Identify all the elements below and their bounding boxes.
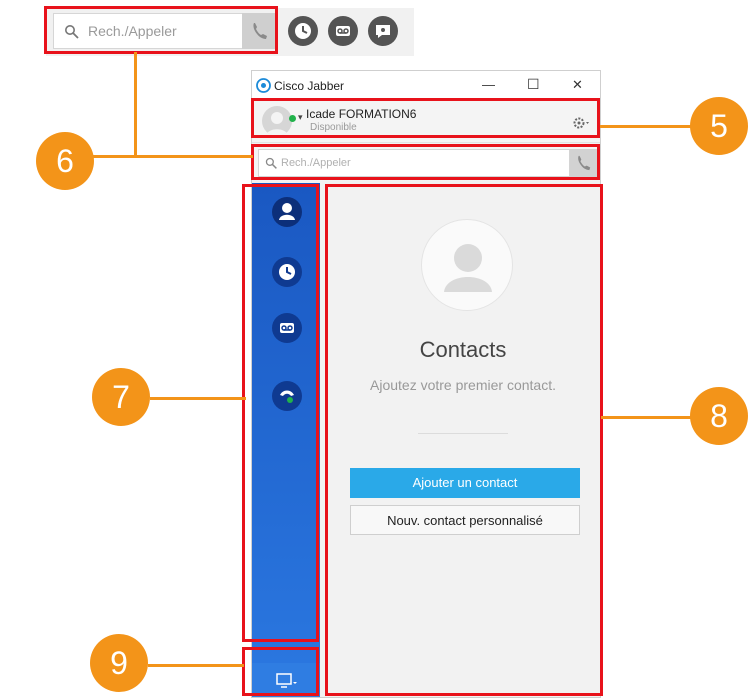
badge-eight: 8 (690, 387, 748, 445)
voicemail-button[interactable] (328, 16, 358, 46)
highlight-search (251, 144, 600, 180)
window-title: Cisco Jabber (274, 79, 345, 93)
badge-nine: 9 (90, 634, 148, 692)
highlight-nav (242, 184, 319, 642)
chat-icon (376, 25, 390, 38)
connector-nine (148, 664, 244, 667)
connector-six-vertical (134, 52, 137, 158)
highlight-content (325, 184, 603, 696)
title-bar: Cisco Jabber — ☐ ✕ (252, 71, 600, 101)
highlight-header (251, 98, 600, 138)
minimize-button[interactable]: — (482, 77, 495, 92)
close-button[interactable]: ✕ (572, 77, 583, 93)
badge-six: 6 (36, 132, 94, 190)
maximize-button[interactable]: ☐ (527, 76, 540, 93)
connector-seven (150, 397, 246, 400)
highlight-footer (242, 647, 319, 696)
recent-calls-button[interactable] (288, 16, 318, 46)
highlight-mini-search (44, 6, 278, 54)
badge-five: 5 (690, 97, 748, 155)
connector-six-horizontal (93, 155, 253, 158)
connector-eight (601, 416, 691, 419)
voicemail-icon (336, 26, 350, 36)
badge-seven: 7 (92, 368, 150, 426)
connector-five (600, 125, 692, 128)
clock-icon (295, 23, 311, 39)
chat-button[interactable] (368, 16, 398, 46)
jabber-logo-icon (256, 78, 271, 93)
